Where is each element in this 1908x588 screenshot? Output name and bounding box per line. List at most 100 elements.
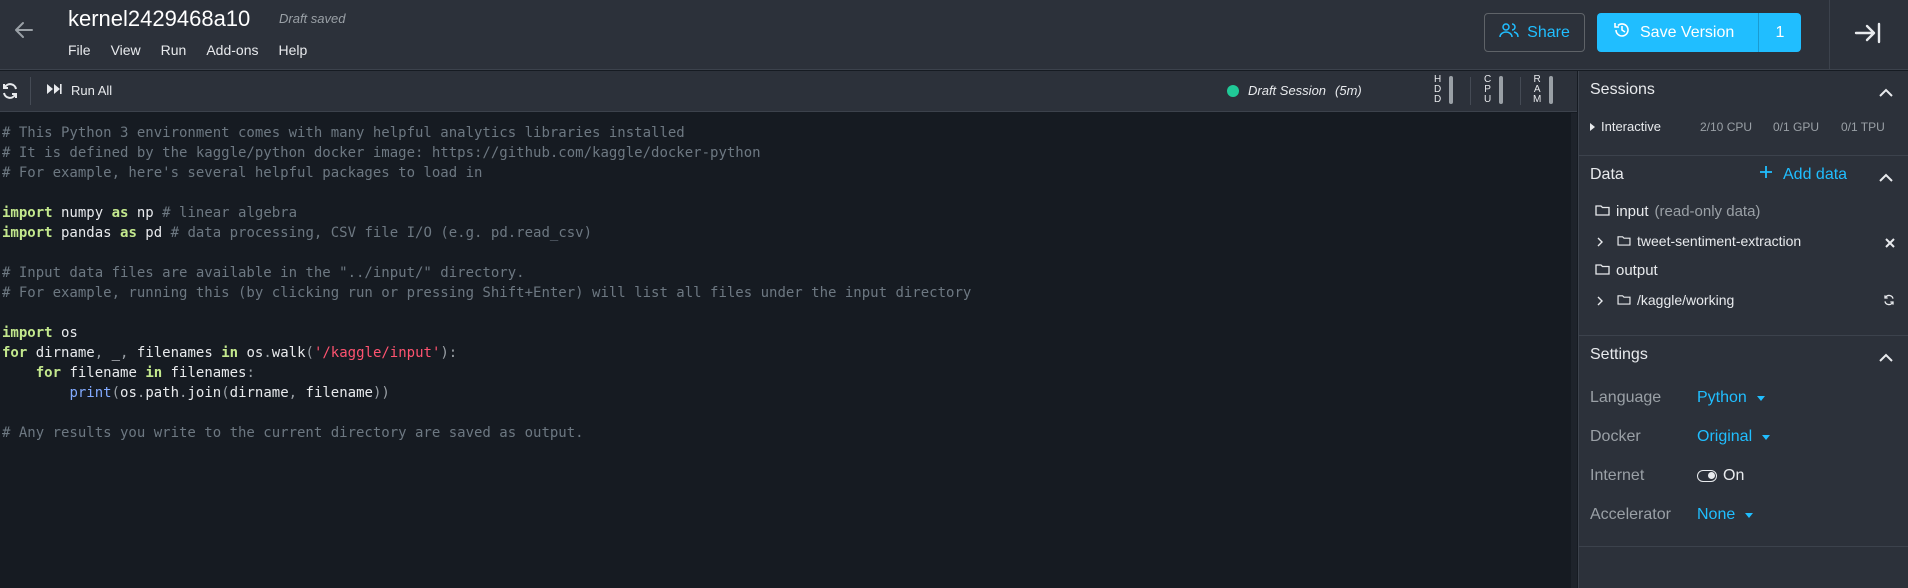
session-gpu: 0/1 GPU [1773, 119, 1820, 134]
hdd-meter[interactable]: HDD [1434, 74, 1454, 105]
chevron-right-icon[interactable] [1595, 294, 1605, 306]
close-icon[interactable] [1885, 235, 1895, 251]
code-line[interactable]: import pandas as pd # data processing, C… [0, 223, 1577, 243]
section-divider [1579, 155, 1908, 156]
accelerator-select[interactable]: None [1697, 506, 1754, 524]
working-path: /kaggle/working [1637, 292, 1735, 308]
code-line[interactable] [0, 403, 1577, 423]
output-folder[interactable]: output [1595, 262, 1658, 279]
add-data-button[interactable]: Add data [1759, 165, 1847, 184]
hdd-usage-bar [1449, 76, 1454, 104]
session-status[interactable]: Draft Session (5m) [1227, 83, 1362, 98]
input-label: input [1616, 203, 1649, 220]
plus-icon [1759, 165, 1773, 184]
section-divider [1579, 335, 1908, 336]
fast-forward-icon [46, 83, 62, 98]
save-version-button[interactable]: Save Version 1 [1597, 13, 1801, 52]
chevron-right-icon[interactable] [1595, 235, 1605, 247]
working-item[interactable]: /kaggle/working [1595, 292, 1895, 308]
settings-title: Settings [1590, 346, 1648, 363]
back-arrow-icon[interactable] [10, 16, 38, 44]
output-label: output [1616, 262, 1658, 279]
data-title: Data [1590, 166, 1624, 183]
share-button[interactable]: Share [1484, 13, 1585, 52]
refresh-icon[interactable] [1883, 293, 1895, 309]
save-version-label: Save Version [1640, 23, 1735, 41]
code-line[interactable]: import os [0, 323, 1577, 343]
code-line[interactable]: # For example, running this (by clicking… [0, 283, 1577, 303]
caret-down-icon [1762, 434, 1771, 440]
input-folder[interactable]: input (read-only data) [1595, 203, 1760, 220]
sessions-title: Sessions [1590, 81, 1655, 98]
caret-down-icon [1756, 395, 1765, 401]
right-sidebar: Sessions Interactive 2/10 CPU 0/1 GPU 0/… [1578, 71, 1908, 588]
hdd-label: HDD [1434, 74, 1442, 105]
folder-icon [1595, 262, 1610, 279]
run-all-label: Run All [71, 83, 113, 98]
top-header: kernel2429468a10 Draft saved File View R… [0, 0, 1908, 70]
docker-label: Docker [1590, 428, 1641, 445]
code-line[interactable]: for dirname, _, filenames in os.walk('/k… [0, 343, 1577, 363]
ram-meter[interactable]: RAM [1533, 75, 1554, 105]
code-line[interactable]: import numpy as np # linear algebra [0, 203, 1577, 223]
session-label: Draft Session [1248, 83, 1327, 98]
chevron-up-icon[interactable] [1878, 350, 1894, 362]
caret-right-icon [1590, 119, 1595, 134]
caret-down-icon [1745, 512, 1754, 518]
code-line[interactable]: print(os.path.join(dirname, filename)) [0, 383, 1577, 403]
accelerator-label: Accelerator [1590, 506, 1671, 523]
menu-view[interactable]: View [111, 42, 141, 58]
folder-icon [1617, 233, 1631, 249]
code-line[interactable]: for filename in filenames: [0, 363, 1577, 383]
internet-toggle[interactable]: On [1697, 467, 1744, 485]
language-value: Python [1697, 389, 1747, 406]
docker-select[interactable]: Original [1697, 428, 1771, 446]
ram-usage-bar [1549, 76, 1554, 104]
language-select[interactable]: Python [1697, 389, 1765, 407]
chevron-up-icon[interactable] [1878, 85, 1894, 97]
menu-bar: File View Run Add-ons Help [68, 42, 327, 58]
code-line[interactable] [0, 183, 1577, 203]
code-line[interactable] [0, 303, 1577, 323]
session-interactive[interactable]: Interactive [1590, 119, 1661, 134]
history-icon [1613, 21, 1631, 44]
menu-add-ons[interactable]: Add-ons [206, 42, 258, 58]
dataset-item[interactable]: tweet-sentiment-extraction [1595, 233, 1895, 249]
notebook-title[interactable]: kernel2429468a10 [68, 6, 250, 32]
chevron-up-icon[interactable] [1878, 170, 1894, 182]
session-tpu: 0/1 TPU [1841, 119, 1885, 134]
accelerator-value: None [1697, 506, 1736, 523]
code-line[interactable] [0, 243, 1577, 263]
version-count-badge[interactable]: 1 [1759, 24, 1801, 42]
docker-value: Original [1697, 428, 1753, 445]
refresh-icon[interactable] [1, 82, 19, 100]
session-cpu: 2/10 CPU [1700, 119, 1753, 134]
code-editor[interactable]: # This Python 3 environment comes with m… [0, 113, 1577, 588]
draft-status: Draft saved [279, 11, 346, 26]
run-all-button[interactable]: Run All [46, 83, 112, 98]
code-line[interactable]: # It is defined by the kaggle/python doc… [0, 143, 1577, 163]
meter-divider [1520, 77, 1521, 105]
input-note: (read-only data) [1654, 203, 1761, 220]
code-line[interactable]: # This Python 3 environment comes with m… [0, 123, 1577, 143]
cpu-usage-bar [1499, 76, 1504, 104]
collapse-panel-icon[interactable] [1853, 19, 1883, 47]
code-line[interactable]: # For example, here's several helpful pa… [0, 163, 1577, 183]
add-data-label: Add data [1783, 165, 1848, 183]
menu-file[interactable]: File [68, 42, 91, 58]
menu-help[interactable]: Help [279, 42, 308, 58]
editor-scrollbar[interactable] [1571, 113, 1577, 588]
toolbar-divider [30, 77, 31, 105]
users-icon [1499, 22, 1519, 43]
code-line[interactable]: # Any results you write to the current d… [0, 423, 1577, 443]
cpu-meter[interactable]: CPU [1484, 74, 1504, 105]
menu-run[interactable]: Run [161, 42, 187, 58]
session-name: Interactive [1601, 119, 1661, 134]
language-label: Language [1590, 389, 1662, 406]
code-line[interactable]: # Input data files are available in the … [0, 263, 1577, 283]
cpu-label: CPU [1484, 74, 1492, 105]
toggle-switch[interactable] [1697, 470, 1717, 482]
folder-icon [1617, 292, 1631, 308]
internet-value: On [1723, 467, 1745, 484]
notebook-toolbar: Run All Draft Session (5m) HDD CPU RAM [0, 71, 1577, 112]
